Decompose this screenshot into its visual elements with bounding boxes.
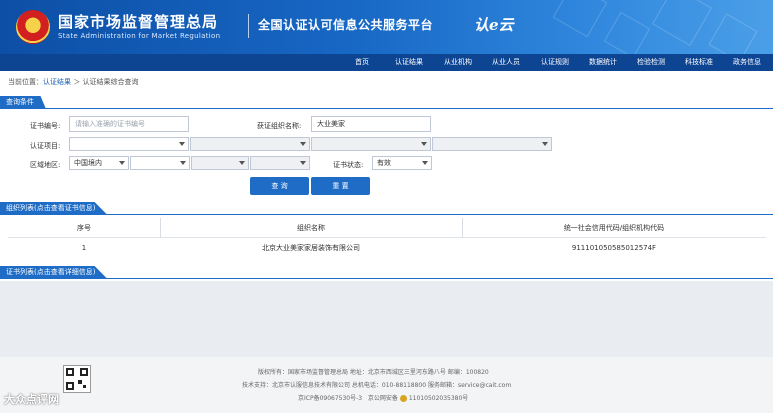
row-org-name[interactable]: 北京大业美家家居装饰有限公司 [160, 238, 462, 258]
nav-item-results[interactable]: 认证结果 [388, 54, 430, 71]
chevron-down-icon [422, 161, 428, 165]
watermark: 大众点评网 [4, 393, 59, 406]
platform-title: 全国认证认可信息公共服务平台 [258, 18, 434, 32]
query-section-line [0, 108, 773, 109]
chevron-down-icon [300, 161, 306, 165]
org-section-line [0, 214, 773, 215]
breadcrumb-link-results[interactable]: 认证结果 [43, 78, 71, 86]
site-footer: 版权所有：国家市场监督管理总局 地址：北京市西城区三里河东路八号 邮编：1008… [0, 357, 773, 413]
org-name-label: 获证组织名称: [257, 122, 302, 130]
chevron-down-icon [421, 142, 427, 146]
col-header-org-name: 组织名称 [297, 224, 325, 232]
province-select[interactable] [130, 156, 190, 170]
status-select-value: 有效 [377, 159, 391, 167]
chevron-down-icon [300, 142, 306, 146]
city-select[interactable] [191, 156, 249, 170]
footer-icp-number[interactable]: 京ICP备09067530号-3 [298, 395, 362, 402]
col-header-index: 序号 [77, 224, 91, 232]
chevron-down-icon [119, 161, 125, 165]
cert-section-line [0, 278, 773, 279]
renecloud-logo: 认e云 [474, 16, 514, 34]
project-label: 认证项目: [30, 142, 61, 150]
nav-item-staff[interactable]: 从业人员 [485, 54, 527, 71]
nav-item-home[interactable]: 首页 [344, 54, 380, 71]
header-divider [248, 14, 249, 38]
nav-item-agencies[interactable]: 从业机构 [437, 54, 479, 71]
nav-item-stats[interactable]: 数据统计 [582, 54, 624, 71]
chevron-down-icon [239, 161, 245, 165]
footer-icp: 京ICP备09067530号-3 京公网安备 11010502035380号 [298, 393, 468, 402]
row-index: 1 [81, 244, 87, 252]
nav-item-testing[interactable]: 检验检测 [630, 54, 672, 71]
project-select-2[interactable] [190, 137, 310, 151]
breadcrumb-current: 认证结果综合查询 [82, 78, 139, 86]
search-button[interactable]: 查 询 [250, 177, 309, 195]
footer-copyright: 版权所有：国家市场监督管理总局 地址：北京市西城区三里河东路八号 邮编：1008… [258, 369, 489, 376]
org-name-input[interactable]: 大业美家 [311, 116, 431, 132]
org-table-header: 序号 组织名称 统一社会信用代码/组织机构代码 [8, 218, 766, 238]
nav-item-gov-info[interactable]: 政务信息 [726, 54, 768, 71]
footer-support: 技术支持：北京市认服信息技术有限公司 总机电话：010-88118800 服务邮… [242, 382, 512, 389]
query-section-bar: 查询条件 [0, 96, 773, 109]
chevron-down-icon [542, 142, 548, 146]
breadcrumb-prefix: 当前位置： [8, 78, 43, 86]
site-header: ★ 国家市场监督管理总局 State Administration for Ma… [0, 0, 773, 54]
breadcrumb-separator: ＞ [73, 78, 81, 86]
row-credit-code: 911101050585012574F [571, 244, 657, 252]
chevron-down-icon [180, 161, 186, 165]
table-row[interactable]: 1 北京大业美家家居装饰有限公司 911101050585012574F [8, 238, 766, 258]
nav-item-rules[interactable]: 认证规则 [534, 54, 576, 71]
footer-beian-label: 京公网安备 [367, 395, 398, 402]
chevron-down-icon [179, 142, 185, 146]
decor-hexagon [708, 13, 758, 54]
col-header-credit-code: 统一社会信用代码/组织机构代码 [563, 224, 665, 232]
status-label: 证书状态: [333, 161, 364, 169]
decor-hexagon [603, 11, 651, 54]
cert-no-input[interactable]: 请输入准确的证书编号 [69, 116, 189, 132]
region-select-value: 中国境内 [74, 159, 102, 167]
footer-beian-number[interactable]: 11010502035380号 [409, 395, 468, 402]
national-emblem-icon: ★ [16, 10, 50, 44]
main-nav: 首页 认证结果 从业机构 从业人员 认证规则 数据统计 检验检测 科技标准 政务… [0, 54, 773, 71]
region-label: 区域地区: [30, 161, 61, 169]
project-select-3[interactable] [311, 137, 431, 151]
nav-item-standards[interactable]: 科技标准 [678, 54, 720, 71]
decor-hexagon [552, 0, 608, 38]
cert-section-bar: 证书列表(点击查看详细信息) [0, 266, 773, 279]
breadcrumb: 当前位置：认证结果 ＞ 认证结果综合查询 [8, 77, 138, 87]
cert-list-empty-area [0, 281, 773, 357]
reset-button[interactable]: 重 置 [311, 177, 370, 195]
project-select-4[interactable] [432, 137, 552, 151]
region-select[interactable]: 中国境内 [69, 156, 129, 170]
cert-no-label: 证书编号: [30, 122, 61, 130]
status-select[interactable]: 有效 [372, 156, 432, 170]
brand-subtitle: State Administration for Market Regulati… [58, 32, 221, 40]
decor-hexagon [651, 0, 713, 47]
police-badge-icon [399, 395, 407, 402]
project-select-1[interactable] [69, 137, 189, 151]
brand-title: 国家市场监督管理总局 [58, 13, 219, 31]
org-section-bar: 组织列表(点击查看证书信息) [0, 202, 773, 215]
district-select[interactable] [250, 156, 310, 170]
qr-code-icon [63, 365, 91, 393]
